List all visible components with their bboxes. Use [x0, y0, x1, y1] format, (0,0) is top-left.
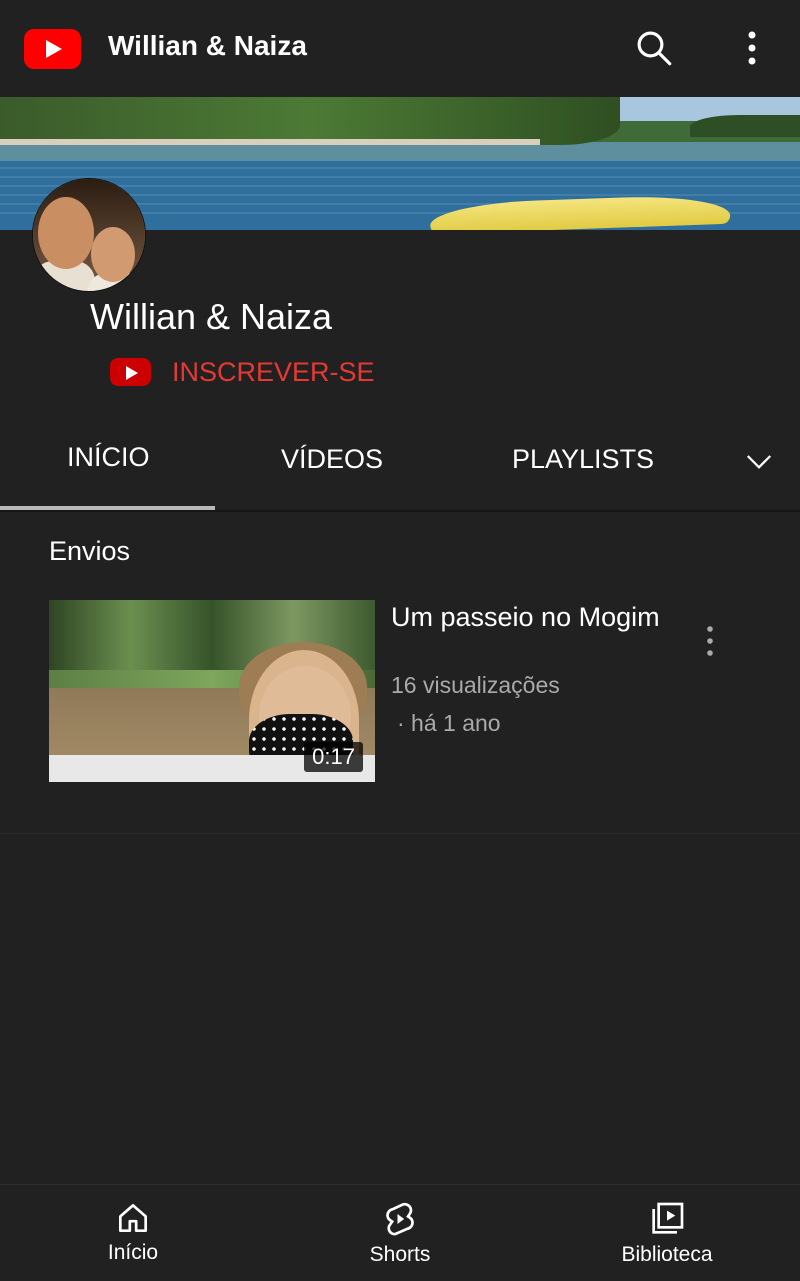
channel-name: Willian & Naiza [90, 296, 333, 337]
channel-avatar[interactable] [32, 178, 146, 292]
nav-item-inicio[interactable]: Início [43, 1199, 223, 1265]
nav-item-label: Biblioteca [621, 1243, 713, 1266]
subscribe-label: INSCREVER-SE [172, 356, 375, 387]
app-bar-title: Willian & Naiza [108, 30, 307, 61]
nav-item-shorts[interactable]: Shorts [310, 1199, 490, 1267]
channel-tabs: INÍCIO VÍDEOS PLAYLISTS [0, 418, 800, 510]
nav-item-biblioteca[interactable]: Biblioteca [577, 1199, 757, 1267]
nav-item-label: Shorts [369, 1243, 431, 1266]
tab-videos[interactable]: VÍDEOS [281, 444, 383, 475]
video-more-button[interactable] [695, 618, 725, 664]
video-list-item[interactable]: 0:17 Um passeio no Mogim 16 visualizaçõe… [49, 600, 749, 782]
video-views: 16 visualizações [391, 672, 560, 698]
search-button[interactable] [630, 24, 678, 72]
library-icon [652, 1202, 684, 1234]
more-vert-icon [707, 626, 713, 656]
video-duration: 0:17 [304, 742, 363, 772]
home-icon [118, 1203, 148, 1233]
top-app-bar: Willian & Naiza [0, 0, 800, 97]
tab-playlists[interactable]: PLAYLISTS [512, 444, 654, 475]
tab-inicio[interactable]: INÍCIO [67, 442, 150, 473]
more-options-button[interactable] [728, 24, 776, 72]
tabs-expand-button[interactable] [744, 446, 774, 476]
video-age: · há 1 ano [397, 710, 501, 736]
more-vert-icon [748, 31, 756, 65]
chevron-down-icon [746, 455, 772, 469]
youtube-play-icon [110, 358, 151, 386]
nav-item-label: Início [107, 1241, 159, 1264]
tabs-divider [0, 510, 800, 512]
video-thumbnail[interactable]: 0:17 [49, 600, 375, 782]
search-icon [637, 31, 672, 66]
video-title[interactable]: Um passeio no Mogim [391, 600, 661, 635]
section-title: Envios [49, 536, 131, 566]
subscribe-button[interactable]: INSCREVER-SE [110, 352, 375, 392]
shorts-icon [386, 1202, 414, 1236]
youtube-logo-icon[interactable] [24, 29, 81, 69]
content-divider [0, 833, 800, 834]
bottom-navigation: Início Shorts Biblioteca [0, 1184, 800, 1281]
